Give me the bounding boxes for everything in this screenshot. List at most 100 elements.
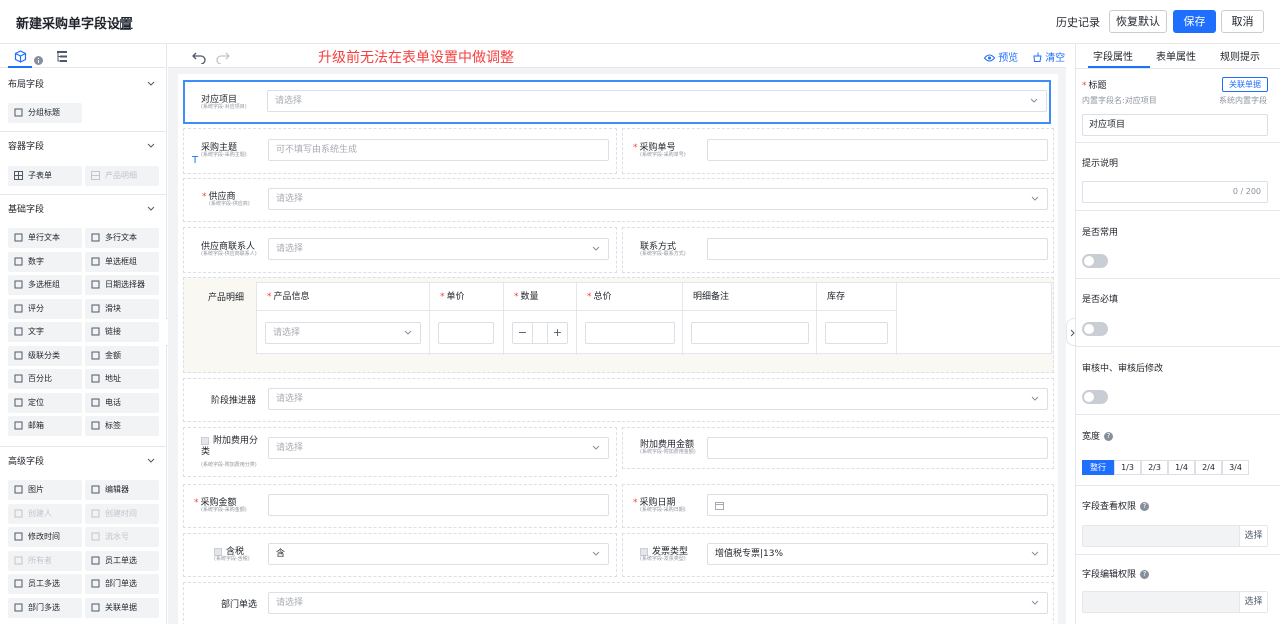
view-permission-field[interactable]: 选择 (1082, 525, 1268, 547)
field-item[interactable]: 数字 (8, 251, 82, 272)
related-doc-button[interactable]: 关联单据 (1222, 77, 1268, 92)
field-item[interactable]: 金额 (85, 345, 159, 366)
field-item[interactable]: 定位 (8, 392, 82, 413)
audit-edit-toggle[interactable] (1082, 390, 1108, 404)
stage-select[interactable]: 请选择 (268, 388, 1048, 410)
tree-icon[interactable] (56, 48, 68, 67)
field-row-order-no[interactable]: * 采购单号 (系统字段-采购单号) (622, 128, 1054, 174)
field-row-invoice[interactable]: 发票类型 (系统字段-发票类型) 增值税专票|13% (622, 533, 1054, 577)
field-row-stage[interactable]: 阶段推进器 请选择 (183, 378, 1054, 422)
hint-input[interactable]: 0 / 200 (1082, 181, 1268, 203)
supplier-select[interactable]: 请选择 (268, 188, 1048, 210)
field-row-contact[interactable]: 供应商联系人 (系统字段-供应商联系人) 请选择 (183, 227, 617, 273)
edit-permission-field[interactable]: 选择 (1082, 591, 1268, 613)
field-row-contact-info[interactable]: 联系方式 (系统字段-联系方式) (622, 227, 1054, 273)
required-toggle[interactable] (1082, 322, 1108, 336)
field-row-department[interactable]: 部门单选 请选择 (183, 582, 1054, 624)
field-item[interactable]: 编辑器 (85, 480, 159, 500)
field-item[interactable]: 标签 (85, 416, 159, 436)
tab-form-props[interactable]: 表单属性 (1156, 48, 1196, 63)
field-item[interactable]: 评分 (8, 298, 82, 319)
quantity-stepper[interactable]: − + (512, 322, 568, 344)
plus-button[interactable]: + (547, 323, 567, 343)
field-item[interactable]: 图片 (8, 480, 82, 500)
checkbox-icon[interactable] (201, 436, 209, 445)
field-item[interactable]: 多选框组 (8, 275, 82, 295)
clear-button[interactable]: 清空 (1032, 49, 1065, 64)
field-item[interactable]: 地址 (85, 369, 159, 389)
group-header[interactable]: 高级字段 (0, 451, 166, 473)
group-header[interactable]: 容器字段 (0, 136, 166, 158)
project-select[interactable]: 请选择 (267, 90, 1047, 112)
field-item[interactable]: 滑块 (85, 298, 159, 319)
reset-default-button[interactable]: 恢复默认 (1109, 10, 1167, 33)
width-option[interactable]: 2/4 (1195, 460, 1222, 475)
group-header[interactable]: 基础字段 (0, 199, 166, 221)
help-icon[interactable]: ? (1140, 502, 1150, 511)
field-item-group-title[interactable]: 分组标题 (8, 103, 82, 123)
field-row-extra-category[interactable]: 附加费用分类 (系统字段-附加费用分类) 请选择 (183, 427, 617, 477)
select-button[interactable]: 选择 (1239, 526, 1267, 546)
field-item[interactable]: 单行文本 (8, 228, 82, 248)
width-option[interactable]: 1/4 (1168, 460, 1195, 475)
order-no-input[interactable] (707, 139, 1048, 161)
contact-info-input[interactable] (707, 238, 1048, 260)
field-item[interactable]: 电话 (85, 392, 159, 413)
tab-field-props[interactable]: 字段属性 (1093, 48, 1133, 63)
cancel-button[interactable]: 取消 (1221, 10, 1264, 33)
field-row-project[interactable]: 对应项目 (系统字段-对应项目) 请选择 (183, 80, 1051, 124)
field-item[interactable]: 单选框组 (85, 251, 159, 272)
field-row-subject[interactable]: 采购主题 (系统字段-采购主题) T 可不填写由系统生成 (183, 128, 617, 174)
minus-button[interactable]: − (513, 323, 533, 343)
title-input[interactable]: 对应项目 (1082, 114, 1268, 136)
cube-icon[interactable] (14, 48, 27, 67)
save-button[interactable]: 保存 (1173, 10, 1216, 33)
width-option[interactable]: 2/3 (1141, 460, 1168, 475)
field-row-extra-amount[interactable]: 附加费用金额 (系统字段-附加费用金额) (622, 427, 1054, 469)
field-item-subform[interactable]: 子表单 (8, 166, 82, 186)
department-select[interactable]: 请选择 (268, 592, 1048, 614)
preview-button[interactable]: 预览 (983, 49, 1018, 64)
subject-input[interactable]: 可不填写由系统生成 (268, 139, 609, 161)
unit-price-input[interactable] (438, 322, 494, 344)
undo-icon[interactable] (192, 49, 206, 68)
field-row-product-detail[interactable]: 产品明细 *产品信息 *单价 *数量 *总价 明细备注 库存 请选择 − (183, 277, 1054, 373)
extra-amount-input[interactable] (707, 437, 1048, 459)
redo-icon[interactable] (216, 49, 230, 68)
width-option[interactable]: 3/4 (1222, 460, 1249, 475)
field-item[interactable]: 文字 (8, 322, 82, 342)
field-item[interactable]: 修改时间 (8, 527, 82, 547)
amount-input[interactable] (268, 494, 609, 516)
field-item[interactable]: 员工单选 (85, 550, 159, 571)
field-item[interactable]: 部门单选 (85, 574, 159, 594)
info-icon[interactable] (34, 50, 43, 69)
field-row-date[interactable]: * 采购日期 (系统字段-采购日期) (622, 484, 1054, 528)
field-item[interactable]: 部门多选 (8, 597, 82, 618)
product-info-select[interactable]: 请选择 (265, 322, 421, 344)
field-row-tax[interactable]: 含税 (系统字段-含税) 含 (183, 533, 617, 577)
contact-select[interactable]: 请选择 (268, 238, 609, 260)
total-price-input[interactable] (585, 322, 675, 344)
extra-category-select[interactable]: 请选择 (268, 437, 609, 459)
field-row-amount[interactable]: * 采购金额 (系统字段-采购金额) (183, 484, 617, 528)
stock-input[interactable] (825, 322, 888, 344)
width-option[interactable]: 1/3 (1114, 460, 1141, 475)
date-picker-input[interactable] (707, 494, 1048, 516)
tab-rule-hints[interactable]: 规则提示 (1220, 48, 1260, 63)
help-icon[interactable]: ? (1104, 432, 1114, 441)
field-item[interactable]: 日期选择器 (85, 275, 159, 295)
layout-icon[interactable] (120, 15, 131, 34)
field-item[interactable]: 关联单据 (85, 597, 159, 618)
width-option-full[interactable]: 整行 (1082, 460, 1114, 475)
group-header[interactable]: 布局字段 (0, 74, 166, 96)
field-item[interactable]: 邮箱 (8, 416, 82, 436)
detail-note-input[interactable] (691, 322, 809, 344)
history-link[interactable]: 历史记录 (1056, 14, 1100, 30)
help-icon[interactable]: ? (1140, 570, 1150, 579)
field-item[interactable]: 员工多选 (8, 574, 82, 594)
select-button[interactable]: 选择 (1239, 592, 1267, 612)
field-item[interactable]: 链接 (85, 322, 159, 342)
common-toggle[interactable] (1082, 254, 1108, 268)
field-item[interactable]: 百分比 (8, 369, 82, 389)
field-item[interactable]: 多行文本 (85, 228, 159, 248)
